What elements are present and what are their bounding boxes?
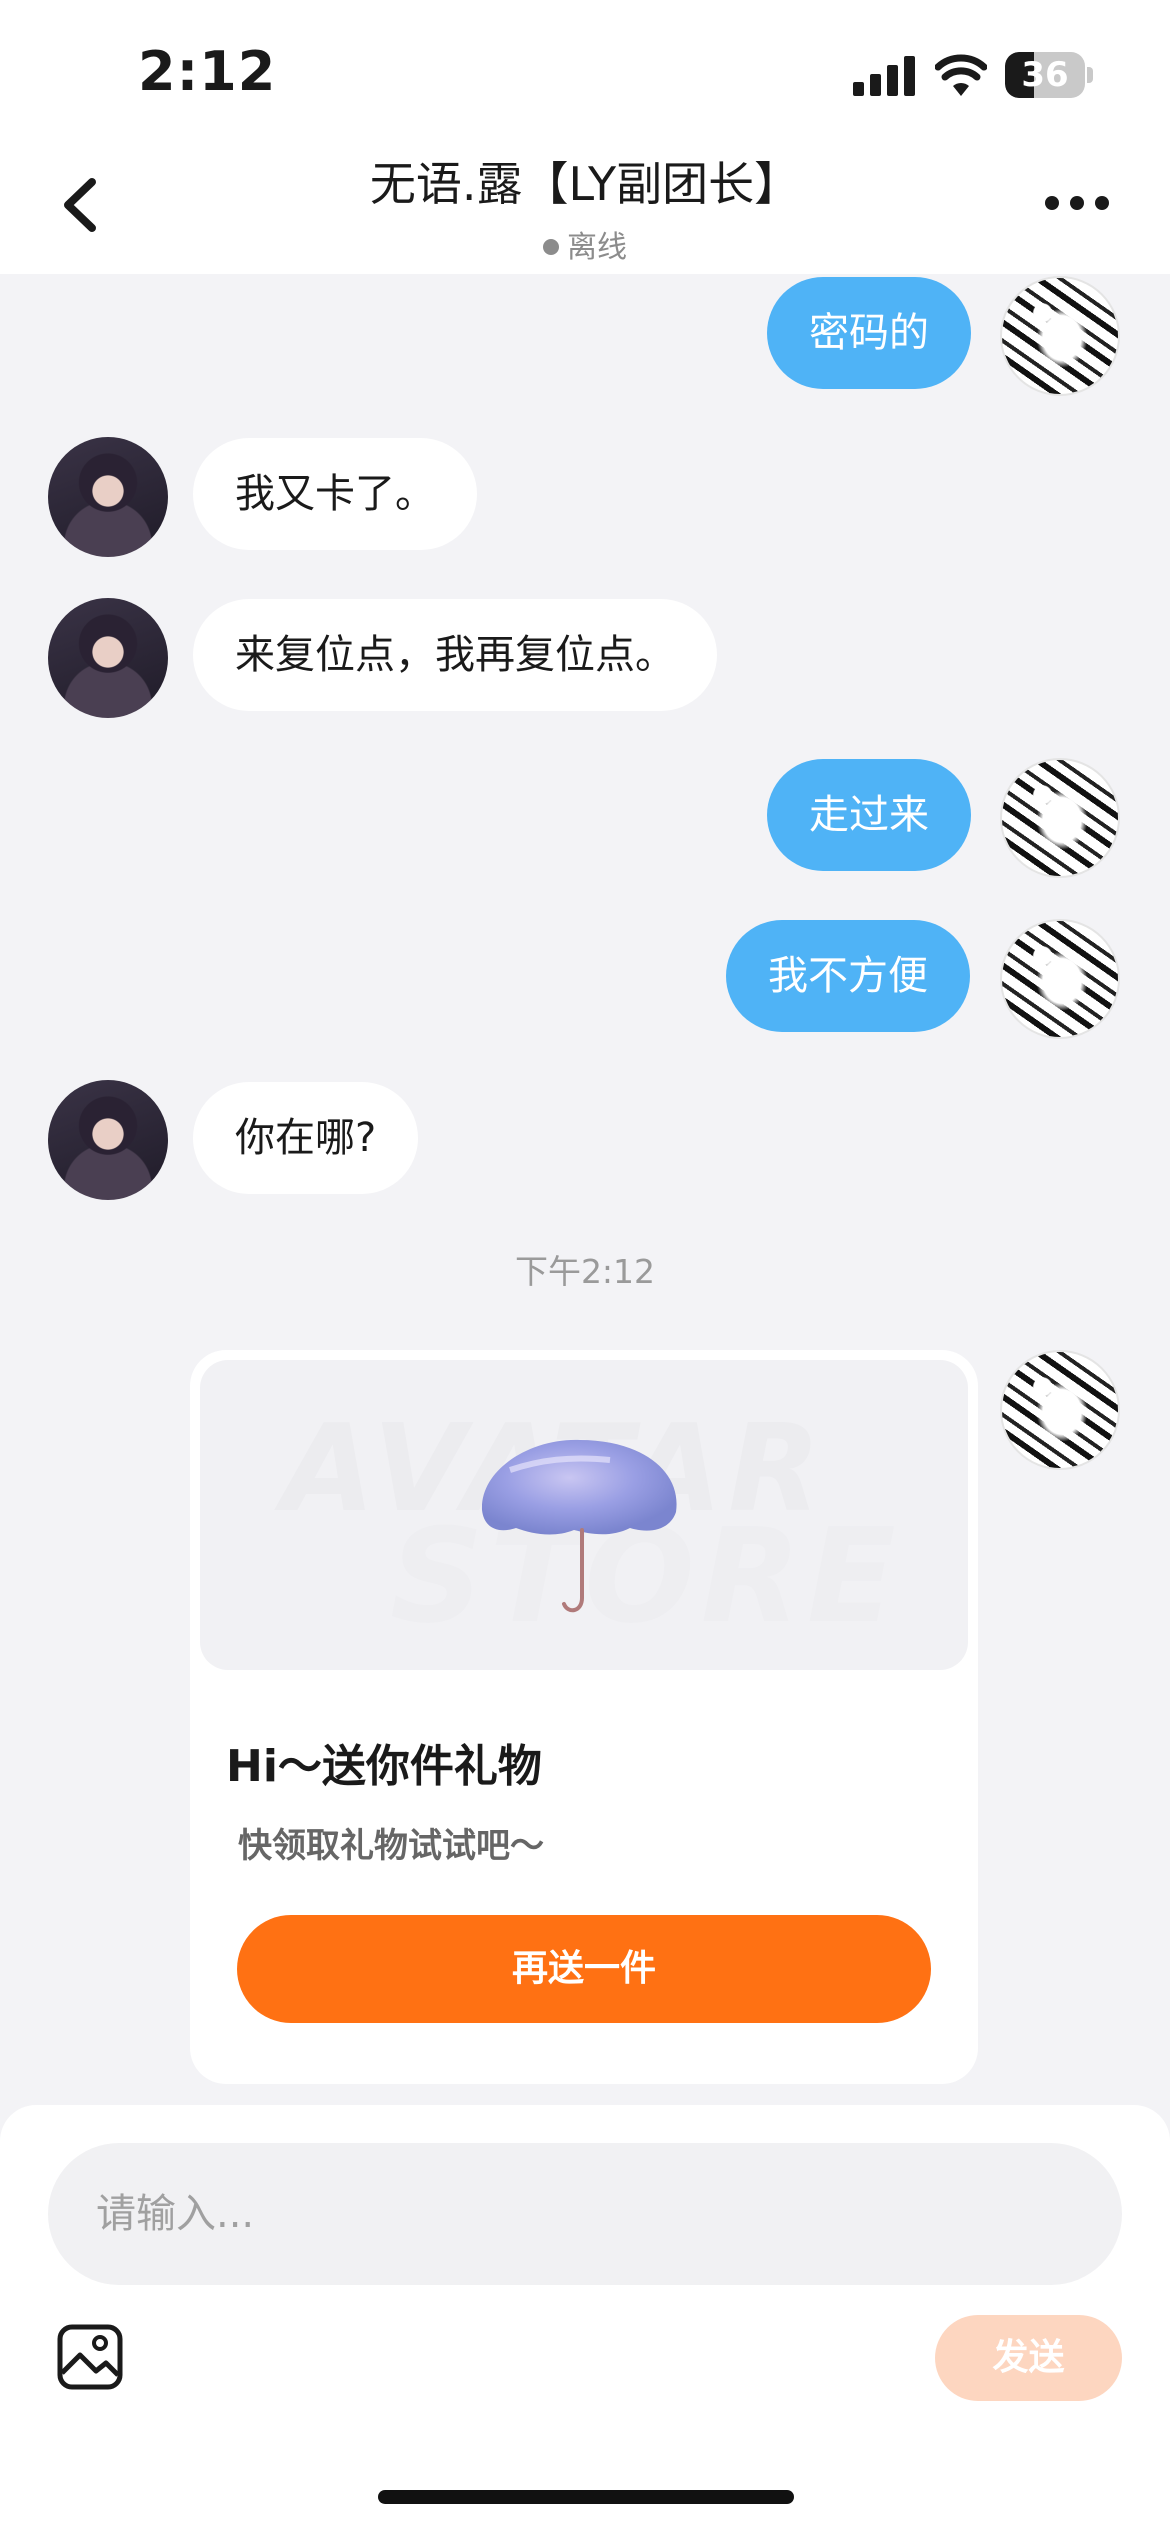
status-bar: 2:12 36	[0, 0, 1170, 140]
gift-image: AVATAR STORE	[200, 1360, 968, 1670]
battery-icon: 36	[1005, 52, 1093, 98]
self-avatar[interactable]	[1000, 758, 1120, 878]
message-bubble-received[interactable]: 来复位点，我再复位点。	[193, 599, 717, 711]
chat-title: 无语.露【LY副团长】	[369, 157, 801, 211]
signal-icon	[853, 56, 915, 96]
image-icon[interactable]	[56, 2323, 124, 2391]
message-bubble-sent[interactable]: 走过来	[767, 759, 971, 871]
presence-label: 离线	[567, 230, 627, 265]
wifi-icon	[935, 54, 987, 96]
gift-subtitle: 快领取礼物试试吧～	[238, 1826, 544, 1866]
self-avatar[interactable]	[1000, 919, 1120, 1039]
self-avatar[interactable]	[1000, 276, 1120, 396]
gift-title: Hi～送你件礼物	[226, 1741, 542, 1792]
battery-level: 36	[1021, 55, 1069, 95]
composer: 发送	[0, 2105, 1170, 2532]
chat-header: 无语.露【LY副团长】 离线	[0, 140, 1170, 274]
contact-avatar[interactable]	[48, 598, 168, 718]
message-bubble-sent[interactable]: 密码的	[767, 277, 971, 389]
self-avatar[interactable]	[1000, 1350, 1120, 1470]
presence-dot	[543, 238, 559, 255]
message-input[interactable]	[48, 2143, 1122, 2285]
status-time: 2:12	[138, 40, 277, 103]
presence-status: 离线	[0, 222, 1170, 266]
more-icon[interactable]	[1045, 196, 1109, 220]
contact-avatar[interactable]	[48, 437, 168, 557]
chat-screen: 2:12 36 无语.露【LY副团长】 离线 密码的 我又卡了。 来复位点，我再…	[0, 0, 1170, 2532]
message-bubble-received[interactable]: 我又卡了。	[193, 438, 477, 550]
message-bubble-sent[interactable]: 我不方便	[726, 920, 970, 1032]
gift-card[interactable]: AVATAR STORE Hi～送你件礼物 快领取礼物试试吧～ 再送一件	[190, 1350, 978, 2084]
home-indicator	[378, 2490, 794, 2504]
send-again-button[interactable]: 再送一件	[237, 1915, 931, 2023]
send-button[interactable]: 发送	[935, 2315, 1122, 2401]
message-bubble-received[interactable]: 你在哪?	[193, 1082, 419, 1194]
umbrella-icon	[481, 1439, 677, 1613]
contact-avatar[interactable]	[48, 1080, 168, 1200]
time-divider: 下午2:12	[514, 1252, 656, 1291]
